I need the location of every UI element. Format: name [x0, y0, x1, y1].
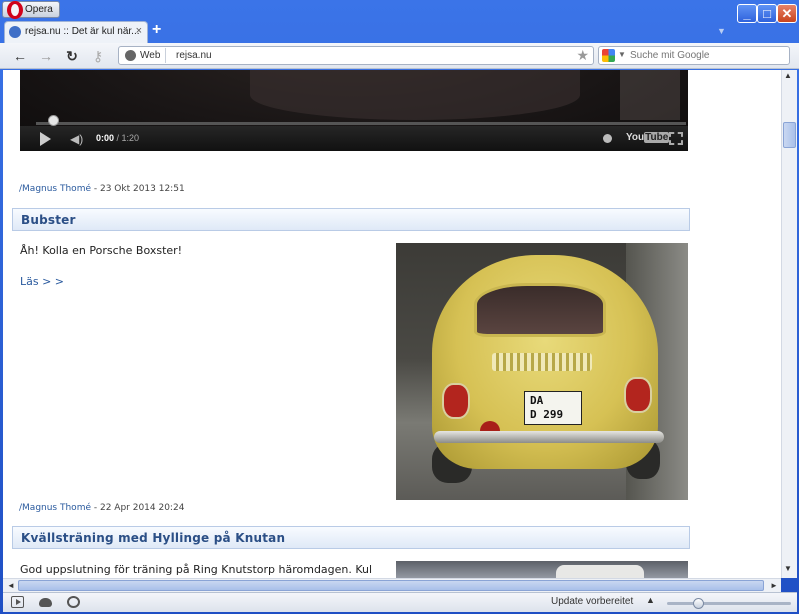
zoom-slider[interactable]	[667, 598, 791, 609]
back-button[interactable]: ←	[11, 47, 29, 65]
horizontal-scrollbar[interactable]: ◄ ►	[3, 578, 781, 592]
key-icon[interactable]: ⚷	[89, 47, 107, 65]
browser-window: Opera _ □ ✕ rejsa.nu :: Det är kul när..…	[0, 0, 799, 614]
post-title[interactable]: Bubster	[21, 213, 76, 227]
zoom-arrow-icon[interactable]: ▲	[646, 595, 655, 605]
author-link[interactable]: /Magnus Thomé	[19, 184, 91, 194]
google-icon[interactable]	[602, 49, 615, 62]
post-header: Bubster	[12, 208, 690, 231]
youtube-logo-you: You	[626, 132, 645, 143]
new-tab-button[interactable]: +	[152, 22, 166, 38]
photo-bumper	[434, 431, 664, 443]
turbo-speedometer-icon[interactable]	[67, 596, 80, 608]
video-frame-highlight	[620, 70, 680, 120]
scroll-left-icon[interactable]: ◄	[7, 579, 15, 592]
photo-license-plate: DA D 299	[524, 391, 582, 425]
video-time-total: / 1:20	[114, 133, 140, 143]
status-bar: Update vorbereitet ▲	[3, 592, 797, 612]
video-time-current: 0:00	[96, 133, 115, 143]
maximize-button[interactable]: □	[757, 4, 777, 23]
tab-title: rejsa.nu :: Det är kul när...	[25, 26, 140, 37]
post-title[interactable]: Kvällsträning med Hyllinge på Knutan	[21, 531, 285, 545]
opera-menu-label: Opera	[25, 4, 53, 15]
navigation-toolbar: ← → ↻ ⚷ Web rejsa.nu ★ ▼	[0, 43, 799, 69]
play-icon[interactable]	[40, 132, 51, 146]
photo-engine-grille	[492, 353, 592, 371]
video-progress-knob[interactable]	[48, 115, 59, 126]
search-input[interactable]	[630, 47, 785, 64]
page-content: ◀) 0:00 / 1:20 YouTube /Magnus Thomé - 2…	[3, 70, 781, 578]
photo-car	[556, 565, 644, 578]
vertical-scrollbar[interactable]: ▲ ▼	[781, 70, 797, 578]
post-meta: /Magnus Thomé - 23 Okt 2013 12:51	[19, 184, 185, 194]
address-bar[interactable]: Web rejsa.nu ★	[118, 46, 594, 65]
scroll-up-icon[interactable]: ▲	[784, 71, 792, 80]
video-frame-shape	[250, 70, 580, 120]
post-header: Kvällsträning med Hyllinge på Knutan	[12, 526, 690, 549]
post-date: - 22 Apr 2014 20:24	[91, 503, 185, 513]
forward-button[interactable]: →	[37, 47, 55, 65]
close-window-button[interactable]: ✕	[777, 4, 797, 23]
author-link[interactable]: /Magnus Thomé	[19, 503, 91, 513]
annotations-icon[interactable]	[603, 134, 612, 143]
photo-taillight-left	[442, 383, 470, 419]
bookmark-star-icon[interactable]: ★	[576, 47, 589, 64]
video-time: 0:00 / 1:20	[96, 133, 139, 143]
photo-rear-window	[474, 283, 606, 337]
opera-logo-icon	[7, 1, 23, 19]
title-bar: Opera _ □ ✕	[0, 0, 799, 23]
scroll-right-icon[interactable]: ►	[770, 579, 778, 592]
training-photo	[396, 561, 688, 578]
horizontal-scroll-thumb[interactable]	[18, 580, 764, 591]
tab-list-chevron-icon[interactable]: ▼	[717, 26, 726, 36]
vw-beetle-photo: DA D 299	[396, 243, 688, 500]
fullscreen-icon[interactable]	[669, 132, 683, 145]
scroll-down-icon[interactable]: ▼	[784, 564, 792, 573]
url-text[interactable]: rejsa.nu	[176, 47, 212, 64]
video-controls: ◀) 0:00 / 1:20 YouTube	[20, 115, 688, 151]
web-badge-label: Web	[140, 50, 161, 61]
tab-close-icon[interactable]: ×	[136, 25, 142, 37]
youtube-logo[interactable]: YouTube	[626, 132, 670, 143]
tab-rejsa[interactable]: rejsa.nu :: Det är kul när... ×	[4, 21, 148, 43]
minimize-button[interactable]: _	[737, 4, 757, 23]
opera-unite-cloud-icon[interactable]	[39, 598, 52, 607]
zoom-slider-knob[interactable]	[693, 598, 704, 609]
opera-menu-button[interactable]: Opera	[2, 1, 60, 19]
youtube-logo-tube: Tube	[644, 132, 670, 143]
panel-toggle-icon[interactable]	[11, 596, 24, 608]
search-bar[interactable]: ▼	[598, 46, 790, 65]
plate-line-2: D 299	[530, 408, 564, 421]
vertical-scroll-thumb[interactable]	[783, 122, 796, 148]
post-meta: /Magnus Thomé - 22 Apr 2014 20:24	[19, 503, 184, 513]
plate-line-1: DA	[530, 394, 544, 407]
volume-icon[interactable]: ◀)	[70, 133, 86, 145]
read-more-link[interactable]: Läs > >	[20, 275, 64, 288]
globe-icon	[125, 50, 136, 61]
reload-button[interactable]: ↻	[63, 47, 81, 65]
web-badge[interactable]: Web	[120, 48, 166, 63]
post-date: - 23 Okt 2013 12:51	[91, 184, 185, 194]
post-text: God uppslutning för träning på Ring Knut…	[20, 563, 373, 576]
search-engine-dropdown-icon[interactable]: ▼	[618, 50, 626, 59]
site-favicon-icon	[9, 26, 21, 38]
post-text: Åh! Kolla en Porsche Boxster!	[20, 244, 183, 257]
video-progress-bar[interactable]	[36, 115, 686, 126]
update-status-text: Update vorbereitet	[551, 596, 634, 607]
photo-taillight-right	[624, 377, 652, 413]
